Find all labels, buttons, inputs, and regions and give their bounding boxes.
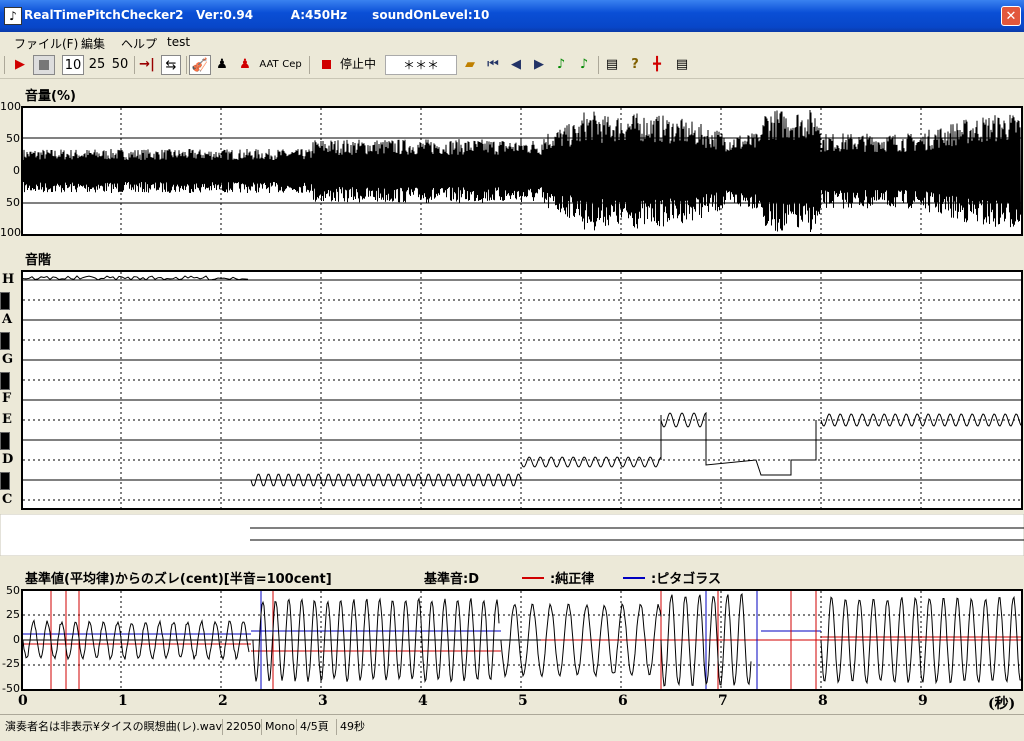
prev-page-icon[interactable]: ◀: [506, 55, 526, 75]
black-key: [0, 372, 10, 390]
note-label-d: D: [2, 452, 14, 467]
volume-tick: 0: [13, 164, 20, 177]
time-unit-label: (秒): [988, 696, 1016, 712]
volume-plot: [21, 106, 1023, 236]
volume-tick: 50: [6, 132, 20, 145]
open-folder-icon[interactable]: ▰: [460, 55, 480, 75]
toolbar-separator: [309, 56, 310, 74]
print-2-icon[interactable]: ▤: [672, 55, 692, 75]
base-note-label: 基準音:D: [424, 572, 479, 587]
zoom-25-button[interactable]: 25: [86, 55, 108, 75]
volume-tick: 100: [0, 226, 21, 239]
volume-tick: 100: [0, 100, 21, 113]
time-tick: 0: [18, 693, 28, 709]
time-tick: 1: [118, 693, 128, 709]
status-label: 停止中: [339, 57, 376, 71]
status-bar: 演奏者名は非表示¥タイスの瞑想曲(レ).wav 22050 Mono 4/5頁 …: [0, 714, 1024, 741]
deviation-tick: 50: [6, 584, 20, 597]
toolbar-separator: [186, 56, 187, 74]
zoom-10-button[interactable]: 10: [62, 55, 84, 75]
volume-tick: 50: [6, 196, 20, 209]
black-key: [0, 472, 10, 490]
help-icon[interactable]: ?: [626, 55, 644, 75]
note-label-c: C: [2, 492, 13, 507]
next-page-icon[interactable]: ▶: [529, 55, 549, 75]
plot-frame: [21, 270, 1023, 510]
deviation-tick: 0: [13, 633, 20, 646]
menu-edit[interactable]: 編集: [81, 35, 105, 52]
time-tick: 6: [618, 693, 628, 709]
person-red-icon[interactable]: ♟: [236, 55, 254, 75]
note-label-f: F: [2, 391, 12, 406]
person-icon[interactable]: ♟: [213, 55, 231, 75]
status-channels: Mono: [261, 719, 298, 735]
note-label-a: A: [2, 312, 13, 327]
black-key: [0, 292, 10, 310]
menu-file[interactable]: ファイル(F): [14, 35, 78, 52]
legend-pyth-swatch: [623, 577, 645, 579]
violin-icon[interactable]: 🎻: [189, 55, 211, 75]
volume-label: 音量(%): [25, 89, 76, 104]
status-rate: 22050: [222, 719, 264, 735]
legend-just-swatch: [522, 577, 544, 579]
aat-button[interactable]: AAT: [258, 55, 280, 75]
toolbar: ▶ 10 25 50 →| ⇆ 🎻 ♟ ♟ AAT Cep 停止中 ＊＊＊ ▰ …: [0, 52, 1024, 79]
status-file: 演奏者名は非表示¥タイスの瞑想曲(レ).wav: [5, 720, 222, 733]
black-key: [0, 332, 10, 350]
deviation-plot: [21, 589, 1023, 691]
mini-strip-bg: [0, 514, 1024, 556]
app-icon: ♪: [4, 7, 22, 25]
split-icon[interactable]: ╋: [648, 55, 666, 75]
mini-strip: [0, 514, 1024, 556]
note-label-g: G: [2, 352, 14, 367]
menu-test[interactable]: test: [167, 35, 190, 49]
legend-just-label: :純正律: [550, 572, 595, 587]
time-tick: 3: [318, 693, 328, 709]
black-key: [0, 432, 10, 450]
toolbar-separator: [598, 56, 599, 74]
title-bar: ♪ RealTimePitchChecker2 Ver:0.94 A:450Hz…: [0, 0, 1024, 32]
first-page-icon[interactable]: ⏮: [483, 55, 503, 75]
window-title: RealTimePitchChecker2 Ver:0.94 A:450Hz s…: [24, 8, 490, 22]
deviation-tick: 25: [6, 608, 20, 621]
status-duration: 49秒: [336, 719, 368, 735]
toolbar-separator: [134, 56, 135, 74]
deviation-label: 基準値(平均律)からのズレ(cent)[半音=100cent]: [25, 572, 332, 587]
note-green-icon[interactable]: ♪: [551, 55, 571, 75]
legend-pyth-label: :ピタゴラス: [651, 572, 721, 587]
deviation-tick: -25: [2, 657, 20, 670]
stop-icon[interactable]: [33, 55, 55, 75]
note-label-h: H: [2, 272, 15, 287]
scale-plot: [21, 270, 1023, 510]
note-label-e: E: [2, 412, 12, 427]
time-tick: 4: [418, 693, 428, 709]
time-tick: 5: [518, 693, 528, 709]
time-tick: 9: [918, 693, 928, 709]
menu-help[interactable]: ヘルプ: [121, 35, 157, 52]
loop-icon[interactable]: ⇆: [161, 55, 181, 75]
status-page: 4/5頁: [296, 719, 332, 735]
deviation-tick: -50: [2, 682, 20, 695]
note-display: ＊＊＊: [385, 55, 457, 75]
play-icon[interactable]: ▶: [10, 55, 30, 75]
skip-to-end-icon[interactable]: →|: [138, 55, 156, 75]
cep-button[interactable]: Cep: [281, 55, 303, 75]
time-tick: 7: [718, 693, 728, 709]
scale-label: 音階: [25, 253, 52, 268]
time-tick: 2: [218, 693, 228, 709]
close-button[interactable]: ✕: [1001, 6, 1021, 26]
note-green-2-icon[interactable]: ♪: [574, 55, 594, 75]
zoom-50-button[interactable]: 50: [109, 55, 131, 75]
toolbar-grip: [4, 56, 5, 74]
record-stop-icon[interactable]: [318, 55, 334, 75]
time-tick: 8: [818, 693, 828, 709]
menu-bar: ファイル(F) 編集 ヘルプ test: [0, 32, 1024, 52]
print-icon[interactable]: ▤: [602, 55, 622, 75]
